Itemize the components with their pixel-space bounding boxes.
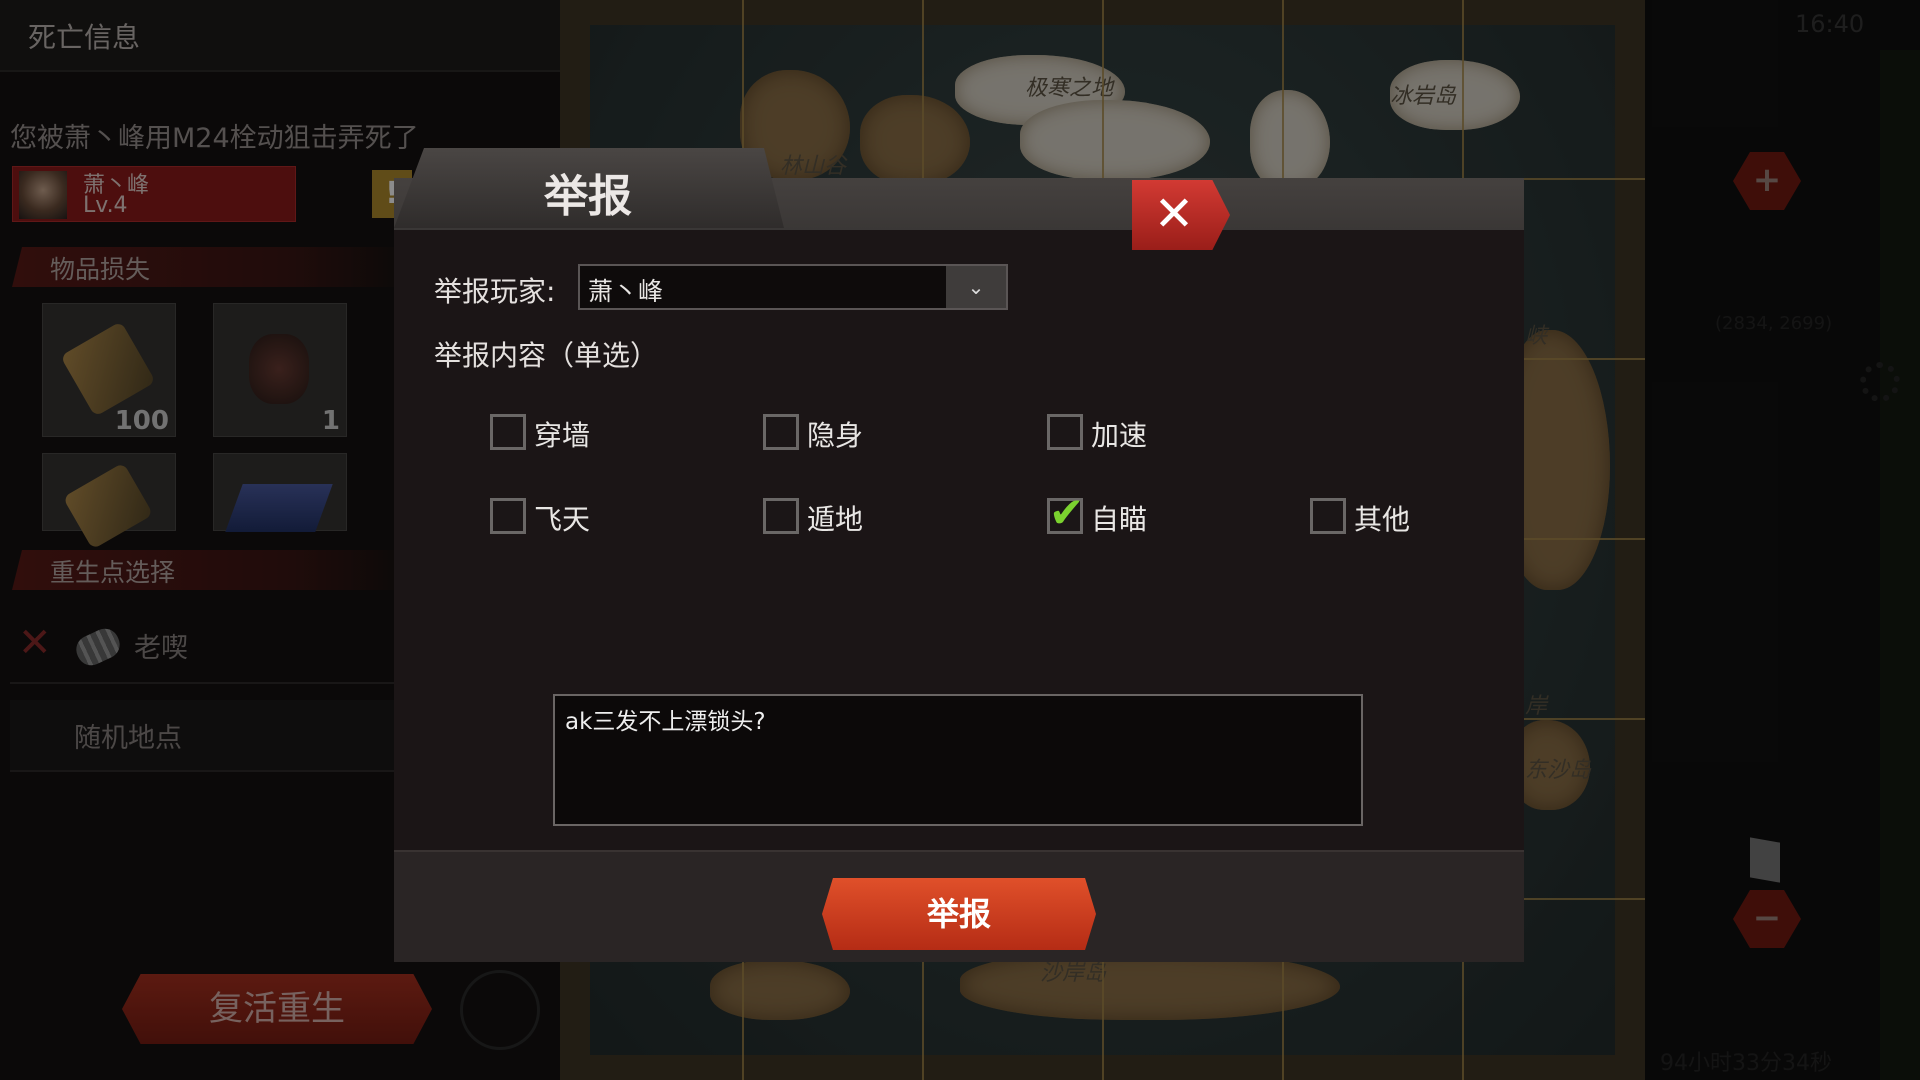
report-player-select[interactable]: 萧丶峰 ⌄ [578, 264, 1008, 310]
report-textarea[interactable]: ak三发不上漂锁头? [553, 694, 1363, 826]
option-wallhack[interactable]: 穿墙 [490, 412, 640, 454]
checkbox[interactable] [490, 498, 526, 534]
checkmark-icon: ✔ [1049, 488, 1085, 537]
report-content-label: 举报内容（单选） [434, 339, 659, 372]
option-label: 飞天 [534, 503, 591, 536]
option-label: 隐身 [807, 419, 864, 452]
checkbox[interactable] [1310, 498, 1346, 534]
checkbox[interactable] [763, 498, 799, 534]
dialog-title-tab: 举报 [394, 148, 784, 228]
checkbox[interactable] [1047, 414, 1083, 450]
option-label: 加速 [1091, 419, 1148, 452]
chevron-down-icon[interactable]: ⌄ [946, 266, 1006, 308]
report-player-value: 萧丶峰 [588, 277, 664, 306]
report-player-label: 举报玩家: [434, 275, 556, 308]
checkbox[interactable] [763, 414, 799, 450]
option-label: 其他 [1354, 503, 1411, 536]
close-button[interactable]: ✕ [1132, 180, 1230, 250]
option-invisible[interactable]: 隐身 [763, 412, 913, 454]
option-flying[interactable]: 飞天 [490, 496, 640, 538]
checkbox[interactable] [490, 414, 526, 450]
option-aimbot[interactable]: ✔ 自瞄 [1047, 488, 1197, 538]
option-label: 自瞄 [1091, 503, 1148, 536]
submit-report-button[interactable]: 举报 [822, 878, 1096, 950]
option-other[interactable]: 其他 [1310, 496, 1460, 538]
option-label: 穿墙 [534, 419, 591, 452]
dialog-title: 举报 [544, 171, 632, 222]
option-speedhack[interactable]: 加速 [1047, 412, 1197, 454]
option-label: 遁地 [807, 503, 864, 536]
option-underground[interactable]: 遁地 [763, 496, 913, 538]
close-icon: ✕ [1153, 186, 1195, 242]
